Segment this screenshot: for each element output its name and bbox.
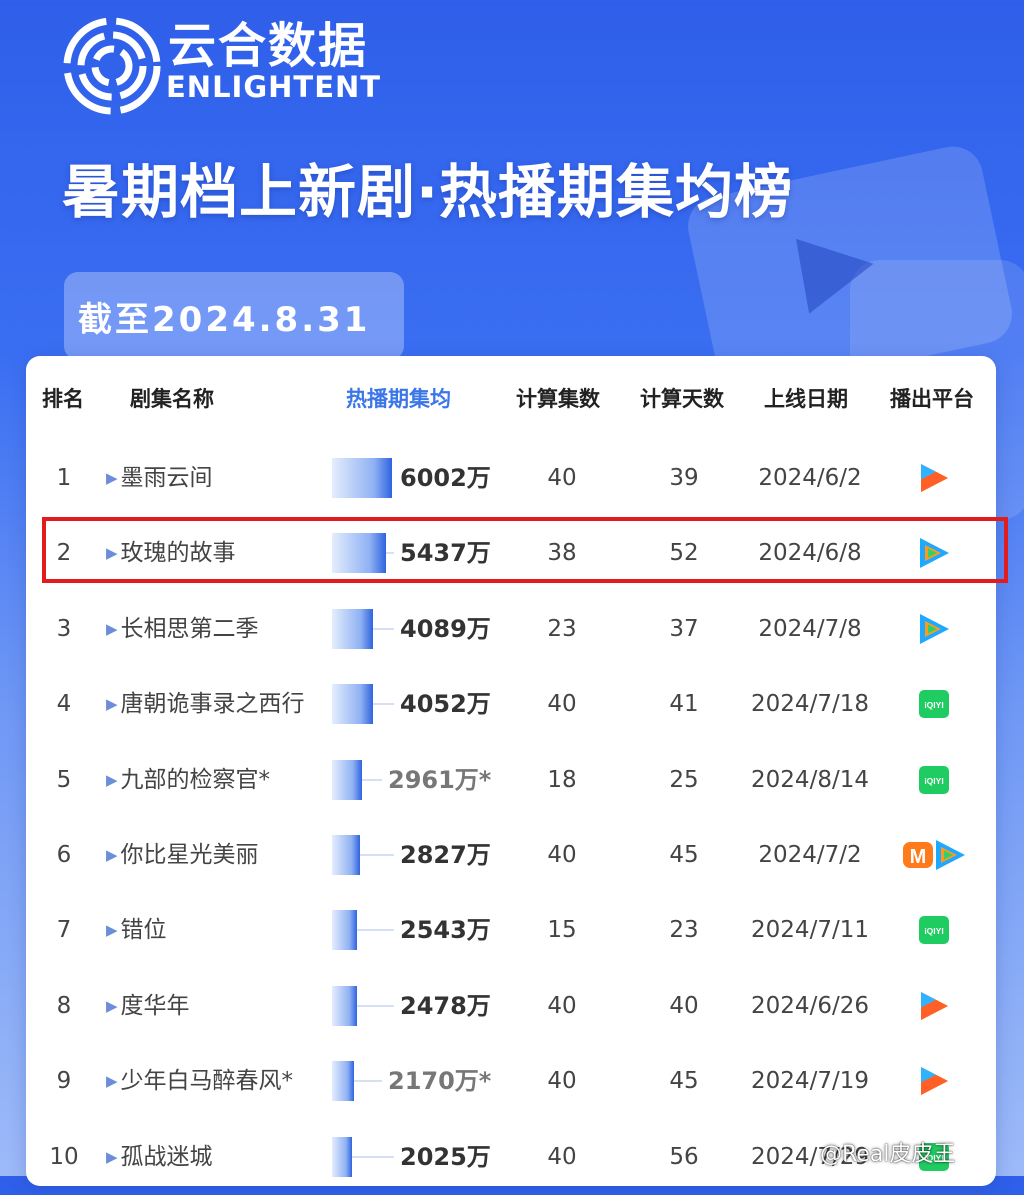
column-header-rank: 排名 (42, 387, 84, 411)
svg-text:iQIYI: iQIYI (924, 776, 943, 786)
episodes-cell: 40 (547, 1143, 577, 1170)
days-cell: 40 (669, 992, 699, 1019)
table-row: 6 ▶ 你比星光美丽 2827万 40 45 2024/7/2 M (0, 817, 1024, 893)
episodes-cell: 40 (547, 842, 577, 868)
youku-icon (921, 464, 948, 492)
date-label: 截至2024.8.31 (78, 300, 371, 340)
svg-text:iQIYI: iQIYI (924, 926, 943, 936)
iqiyi-icon: iQIYI (919, 765, 949, 794)
bar (332, 1061, 354, 1102)
release-date-cell: 2024/7/8 (758, 615, 862, 642)
play-icon (795, 226, 881, 314)
table-row: 9 ▶ 少年白马醉春风* 2170万* 40 45 2024/7/19 (0, 1043, 1024, 1119)
watermark: @Real皮皮王 (820, 1142, 956, 1167)
brand-name-en: ENLIGHTENT (166, 70, 382, 104)
days-cell: 25 (669, 766, 699, 793)
bar (332, 1136, 352, 1177)
episodes-cell: 40 (547, 1068, 577, 1095)
column-header-avg-views: 热播期集均 (346, 387, 451, 411)
release-date-cell: 2024/7/19 (751, 1068, 869, 1095)
release-date-cell: 2024/7/18 (751, 691, 869, 718)
release-date-cell: 2024/7/11 (751, 917, 869, 944)
episodes-cell: 40 (547, 992, 577, 1019)
table-row: 5 ▶ 九部的检察官* 2961万* 18 25 2024/8/14 iQIYI (0, 742, 1024, 818)
release-date-cell: 2024/8/14 (751, 766, 869, 793)
days-cell: 45 (669, 842, 699, 868)
column-header-name: 剧集名称 (130, 387, 214, 411)
table-row: 4 ▶ 唐朝诡事录之西行 4052万 40 41 2024/7/18 iQIYI (0, 666, 1024, 742)
youku-icon (921, 1067, 948, 1096)
youku-icon (921, 991, 948, 1020)
table-row: 1 ▶ 墨雨云间 6002万 40 39 2024/6/2 (0, 440, 1024, 516)
episodes-cell: 40 (547, 465, 577, 491)
episodes-cell: 18 (547, 766, 577, 793)
page-title: 暑期档上新剧·热播期集均榜 (62, 158, 794, 226)
column-header-platform: 播出平台 (890, 387, 974, 411)
data-label: 4052万 (400, 690, 491, 719)
data-label: 2827万 (400, 841, 491, 869)
column-header-days: 计算天数 (640, 387, 724, 411)
tencent-video-icon (936, 840, 965, 870)
table-row: 3 ▶ 长相思第二季 4089万 23 37 2024/7/8 (0, 591, 1024, 667)
bar (332, 985, 357, 1026)
iqiyi-icon: iQIYI (919, 690, 949, 719)
episodes-cell: 23 (547, 615, 577, 642)
episodes-cell: 15 (547, 917, 577, 944)
days-cell: 37 (669, 615, 699, 642)
data-label: 4089万 (400, 614, 491, 643)
bar (332, 910, 357, 951)
data-label: 6002万 (400, 464, 491, 492)
svg-text:M: M (910, 846, 927, 868)
data-label: 2170万* (388, 1067, 492, 1096)
tencent-video-icon (920, 613, 949, 644)
days-cell: 56 (669, 1143, 699, 1170)
days-cell: 41 (669, 691, 699, 718)
release-date-cell: 2024/6/2 (758, 465, 862, 491)
data-label: 2543万 (400, 916, 491, 945)
days-cell: 39 (669, 465, 699, 491)
data-label: 2478万 (400, 991, 491, 1020)
iqiyi-icon: iQIYI (919, 916, 949, 945)
data-label: 2961万* (388, 765, 492, 794)
days-cell: 23 (669, 917, 699, 944)
mgtv-icon: M (903, 842, 933, 868)
table-row: 8 ▶ 度华年 2478万 40 40 2024/6/26 (0, 968, 1024, 1044)
release-date-cell: 2024/6/26 (751, 992, 869, 1019)
episodes-cell: 40 (547, 691, 577, 718)
column-header-episodes: 计算集数 (516, 387, 600, 411)
brand-name-cn: 云合数据 (168, 18, 369, 74)
column-header-release-date: 上线日期 (764, 387, 848, 411)
bar (332, 608, 373, 649)
bar (332, 458, 392, 498)
bar (332, 684, 373, 725)
data-label: 2025万 (400, 1142, 491, 1171)
table-row: 7 ▶ 错位 2543万 15 23 2024/7/11 iQIYI (0, 892, 1024, 968)
enlightent-logo-icon (63, 17, 161, 115)
highlight-box (42, 517, 1008, 583)
release-date-cell: 2024/7/2 (758, 842, 862, 868)
days-cell: 45 (669, 1068, 699, 1095)
svg-text:iQIYI: iQIYI (924, 700, 943, 710)
bar (332, 759, 362, 800)
bar (332, 835, 360, 875)
